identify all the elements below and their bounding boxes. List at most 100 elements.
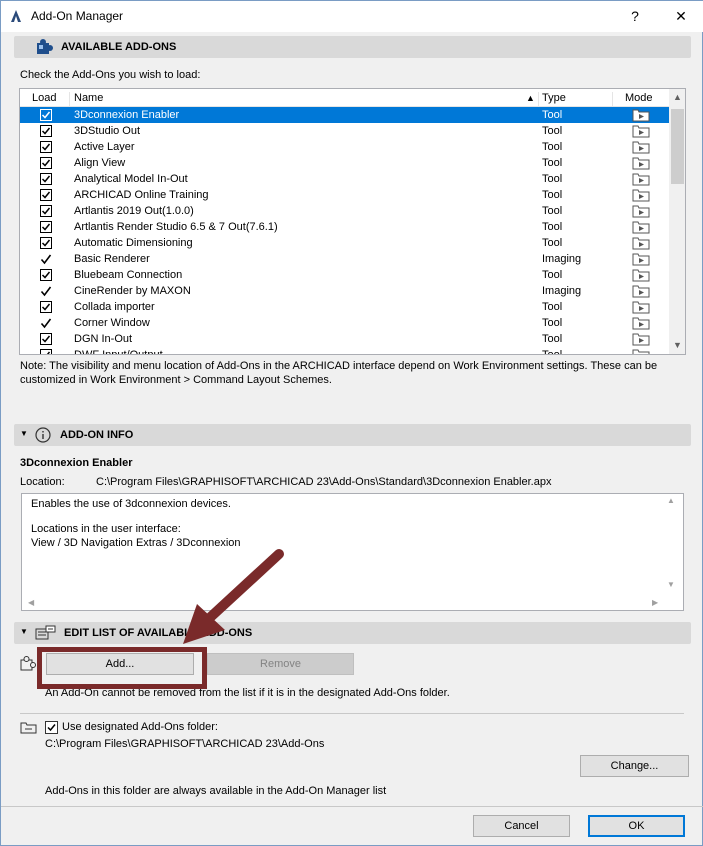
desc-scroll-up-icon[interactable]: ▲ xyxy=(667,496,675,505)
list-item[interactable]: Active Layer Tool xyxy=(20,139,669,155)
desc-scroll-right-icon[interactable]: ▶ xyxy=(652,598,658,607)
addons-list[interactable]: Load Name ▲ Type Mode 3Dconnexion Enable… xyxy=(19,88,686,355)
mode-folder-icon xyxy=(632,108,650,122)
list-item[interactable]: 3Dconnexion Enabler Tool xyxy=(20,107,669,123)
addon-name-cell: 3DStudio Out xyxy=(74,125,141,137)
puzzle-outline-icon xyxy=(20,656,36,671)
mode-folder-icon xyxy=(632,220,650,234)
column-mode[interactable]: Mode xyxy=(625,92,653,104)
description-line-2: Locations in the user interface: xyxy=(31,523,181,535)
list-item[interactable]: DWF Input/Output Tool xyxy=(20,347,669,355)
checkbox-checked-icon xyxy=(40,269,52,281)
addon-name-cell: DGN In-Out xyxy=(74,333,133,345)
list-item[interactable]: Collada importer Tool xyxy=(20,299,669,315)
scroll-down-icon[interactable]: ▼ xyxy=(669,340,685,350)
checkmark-icon xyxy=(40,286,52,297)
addon-info-header[interactable]: ▼ ADD-ON INFO xyxy=(14,424,691,446)
title-bar: Add-On Manager ? ✕ xyxy=(1,1,703,32)
load-checkbox[interactable] xyxy=(40,189,52,201)
load-checkbox[interactable] xyxy=(40,237,52,249)
collapse-arrow-icon[interactable]: ▼ xyxy=(20,429,28,438)
addon-name-cell: Align View xyxy=(74,157,126,169)
folder-icon xyxy=(20,722,37,734)
load-checkbox[interactable] xyxy=(40,269,52,281)
use-folder-checkbox[interactable] xyxy=(45,721,58,734)
list-item[interactable]: DGN In-Out Tool xyxy=(20,331,669,347)
addon-type-cell: Tool xyxy=(542,221,563,233)
desc-scroll-down-icon[interactable]: ▼ xyxy=(667,580,675,589)
list-item[interactable]: ARCHICAD Online Training Tool xyxy=(20,187,669,203)
addon-type-cell: Tool xyxy=(542,349,563,355)
column-name[interactable]: Name xyxy=(74,92,103,104)
addon-name-cell: DWF Input/Output xyxy=(74,349,163,355)
addon-type-cell: Tool xyxy=(542,125,563,137)
change-button[interactable]: Change... xyxy=(580,755,689,777)
collapse-arrow-icon[interactable]: ▼ xyxy=(20,627,28,636)
list-item[interactable]: Basic Renderer Imaging xyxy=(20,251,669,267)
column-type[interactable]: Type xyxy=(542,92,566,104)
list-item[interactable]: Artlantis Render Studio 6.5 & 7 Out(7.6.… xyxy=(20,219,669,235)
annotation-arrow-icon xyxy=(183,549,284,644)
load-tick[interactable] xyxy=(40,317,52,329)
list-scrollbar[interactable]: ▲ ▼ xyxy=(669,89,685,354)
addon-type-cell: Tool xyxy=(542,173,563,185)
mode-folder-icon xyxy=(632,156,650,170)
mode-folder-icon xyxy=(632,268,650,282)
scroll-thumb[interactable] xyxy=(671,109,684,184)
checkbox-checked-icon xyxy=(40,221,52,233)
close-button[interactable]: ✕ xyxy=(658,1,703,32)
addon-name-cell: Basic Renderer xyxy=(74,253,150,265)
load-checkbox[interactable] xyxy=(40,141,52,153)
mode-folder-icon xyxy=(632,284,650,298)
use-folder-label[interactable]: Use designated Add-Ons folder: xyxy=(62,721,218,733)
list-item[interactable]: Corner Window Tool xyxy=(20,315,669,331)
addon-type-cell: Tool xyxy=(542,333,563,345)
help-button[interactable]: ? xyxy=(612,1,658,32)
checkbox-checked-icon xyxy=(40,301,52,313)
mode-folder-icon xyxy=(632,204,650,218)
list-item[interactable]: Align View Tool xyxy=(20,155,669,171)
desc-scroll-left-icon[interactable]: ◀ xyxy=(28,598,34,607)
column-load[interactable]: Load xyxy=(32,92,56,104)
load-checkbox[interactable] xyxy=(40,109,52,121)
list-item[interactable]: CineRender by MAXON Imaging xyxy=(20,283,669,299)
list-item[interactable]: Automatic Dimensioning Tool xyxy=(20,235,669,251)
addon-name-cell: Artlantis Render Studio 6.5 & 7 Out(7.6.… xyxy=(74,221,278,233)
mode-folder-icon xyxy=(632,348,650,354)
info-icon xyxy=(35,427,51,443)
load-checkbox[interactable] xyxy=(40,125,52,137)
edit-list-header[interactable]: ▼ EDIT LIST OF AVAILABLE ADD-ONS xyxy=(14,622,691,644)
remove-button[interactable]: Remove xyxy=(207,653,354,675)
addon-name-cell: Artlantis 2019 Out(1.0.0) xyxy=(74,205,194,217)
load-checkbox[interactable] xyxy=(40,333,52,345)
location-label: Location: xyxy=(20,476,65,488)
load-tick[interactable] xyxy=(40,285,52,297)
sort-ascending-icon: ▲ xyxy=(526,93,535,103)
addon-name-cell: CineRender by MAXON xyxy=(74,285,191,297)
load-checkbox[interactable] xyxy=(40,221,52,233)
scroll-up-icon[interactable]: ▲ xyxy=(669,92,685,102)
addon-name-cell: Bluebeam Connection xyxy=(74,269,183,281)
load-tick[interactable] xyxy=(40,253,52,265)
list-item[interactable]: Artlantis 2019 Out(1.0.0) Tool xyxy=(20,203,669,219)
list-item[interactable]: Bluebeam Connection Tool xyxy=(20,267,669,283)
addon-type-cell: Tool xyxy=(542,109,563,121)
list-item[interactable]: Analytical Model In-Out Tool xyxy=(20,171,669,187)
load-checkbox[interactable] xyxy=(40,173,52,185)
checkbox-checked-icon xyxy=(40,349,52,354)
checkmark-icon xyxy=(47,724,56,732)
cancel-button[interactable]: Cancel xyxy=(473,815,570,837)
mode-folder-icon xyxy=(632,124,650,138)
list-item[interactable]: 3DStudio Out Tool xyxy=(20,123,669,139)
addon-type-cell: Tool xyxy=(542,157,563,169)
load-checkbox[interactable] xyxy=(40,157,52,169)
load-checkbox[interactable] xyxy=(40,301,52,313)
addon-name-cell: ARCHICAD Online Training xyxy=(74,189,209,201)
addon-type-cell: Tool xyxy=(542,269,563,281)
load-checkbox[interactable] xyxy=(40,205,52,217)
ok-button[interactable]: OK xyxy=(588,815,685,837)
description-box[interactable]: Enables the use of 3dconnexion devices. … xyxy=(21,493,684,611)
load-checkbox[interactable] xyxy=(40,349,52,354)
addon-name-cell: 3Dconnexion Enabler xyxy=(74,109,180,121)
mode-folder-icon xyxy=(632,172,650,186)
